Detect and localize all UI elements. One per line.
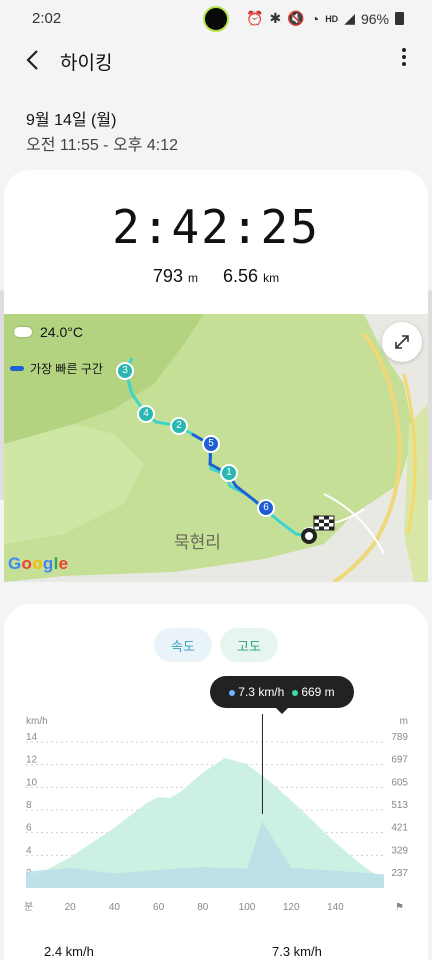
right-tick-label: 329	[391, 845, 408, 856]
waypoint-1[interactable]: 1	[220, 464, 238, 482]
signal-icon: ◢	[344, 10, 355, 26]
temperature: 24.0°C	[40, 324, 83, 340]
right-axis-label: m	[400, 716, 408, 727]
status-time: 2:02	[32, 10, 62, 27]
max-speed-stat: 7.3 km/h	[272, 944, 322, 959]
wifi-icon: ◔	[310, 10, 320, 27]
tooltip-speed: 7.3 km/h	[238, 685, 285, 699]
chart-card: 속도 고도 7.3 km/h 669 m km/h m 14 789 12 697 10 60…	[4, 604, 428, 960]
bluetooth-icon: ✱	[269, 10, 282, 26]
app-bar: 하이킹	[0, 36, 432, 84]
distance-value: 6.56	[223, 266, 259, 286]
x-axis-unit: 분	[24, 901, 33, 913]
left-tick-label: 4	[26, 845, 32, 856]
max-speed-value: 7.3 km/h	[272, 944, 322, 959]
session-time-range: 오전 11:55 - 오후 4:12	[26, 137, 178, 154]
right-tick-label: 513	[391, 800, 408, 811]
x-tick-label: 120	[283, 902, 300, 913]
alarm-icon: ⏰	[246, 10, 264, 26]
cloud-icon	[14, 327, 32, 337]
page-title: 하이킹	[60, 53, 113, 74]
chart-tabs: 속도 고도	[4, 628, 428, 662]
x-tick-label: 100	[239, 902, 256, 913]
google-logo: Google	[8, 554, 69, 573]
waypoint-2[interactable]: 2	[170, 417, 188, 435]
x-tick-label: 80	[197, 902, 209, 913]
left-tick-label: 6	[26, 823, 32, 834]
tab-altitude[interactable]: 고도	[220, 628, 278, 662]
x-tick-label: 20	[65, 902, 77, 913]
status-bar: 2:02 ⏰ ✱ 🔇 ◔ HD ◢ 96%	[0, 0, 432, 36]
status-icons: ⏰ ✱ 🔇 ◔ HD ◢ 96%	[246, 10, 404, 27]
right-tick-label: 789	[391, 732, 408, 743]
front-camera	[203, 6, 229, 32]
waypoint-4[interactable]: 4	[137, 405, 155, 423]
elevation-value: 793	[152, 266, 183, 286]
route-map[interactable]: 3 4 2 5 1 6 24.0°C 가장 빠른 구간 묵현리 Google	[4, 314, 428, 582]
back-button[interactable]	[20, 46, 48, 74]
waypoint-6[interactable]: 6	[257, 499, 275, 517]
avg-speed-value: 2.4 km/h	[44, 944, 94, 959]
place-label: 묵현리	[174, 533, 221, 552]
x-tick-label: 40	[109, 902, 121, 913]
avg-speed-stat: 2.4 km/h	[44, 944, 94, 959]
battery-icon	[395, 12, 404, 25]
right-tick-label: 421	[391, 823, 408, 834]
right-tick-label: 605	[391, 777, 408, 788]
left-tick-label: 8	[26, 800, 32, 811]
expand-icon	[395, 335, 409, 349]
more-options-button[interactable]	[400, 48, 408, 70]
x-tick-label: 140	[327, 902, 344, 913]
right-tick-label: 237	[391, 868, 408, 879]
map-legend: 가장 빠른 구간	[10, 360, 103, 377]
elevation-unit: m	[187, 271, 198, 285]
tooltip-altitude: 669 m	[301, 685, 335, 699]
mute-icon: 🔇	[287, 10, 305, 26]
session-date: 9월 14일 (월)	[26, 112, 117, 129]
summary-stats: 793 m 6.56 km	[4, 266, 428, 287]
right-edge-handle	[428, 290, 432, 500]
chart-tooltip: 7.3 km/h 669 m	[210, 676, 354, 714]
speed-altitude-chart[interactable]: km/hm1478912697106058513642143292237분204…	[4, 714, 428, 934]
duration-value: 2:42:25	[112, 200, 320, 254]
distance-unit: km	[263, 271, 280, 285]
legend-label: 가장 빠른 구간	[30, 362, 103, 376]
expand-map-button[interactable]	[382, 322, 422, 362]
waypoint-3[interactable]: 3	[116, 362, 134, 380]
left-axis-label: km/h	[26, 716, 48, 727]
weather-info: 24.0°C	[14, 324, 83, 340]
speed-dot-icon	[229, 689, 236, 696]
altitude-dot-icon	[292, 689, 299, 696]
summary-card: 2:42:25 793 m 6.56 km 3 4 2 5 1 6 24.0°C…	[4, 170, 428, 582]
waypoint-5[interactable]: 5	[202, 435, 220, 453]
hd-icon: HD	[325, 13, 339, 24]
back-arrow-icon	[26, 50, 38, 70]
battery-percent: 96%	[360, 10, 389, 27]
left-tick-label: 14	[26, 732, 38, 743]
fastest-segment-swatch	[10, 366, 24, 371]
left-tick-label: 12	[26, 755, 38, 766]
finish-flag-icon: ⚑	[395, 902, 404, 913]
more-dot-icon	[402, 48, 406, 52]
right-tick-label: 697	[391, 755, 408, 766]
x-tick-label: 60	[153, 902, 165, 913]
left-tick-label: 10	[26, 777, 38, 788]
tab-speed[interactable]: 속도	[154, 628, 212, 662]
